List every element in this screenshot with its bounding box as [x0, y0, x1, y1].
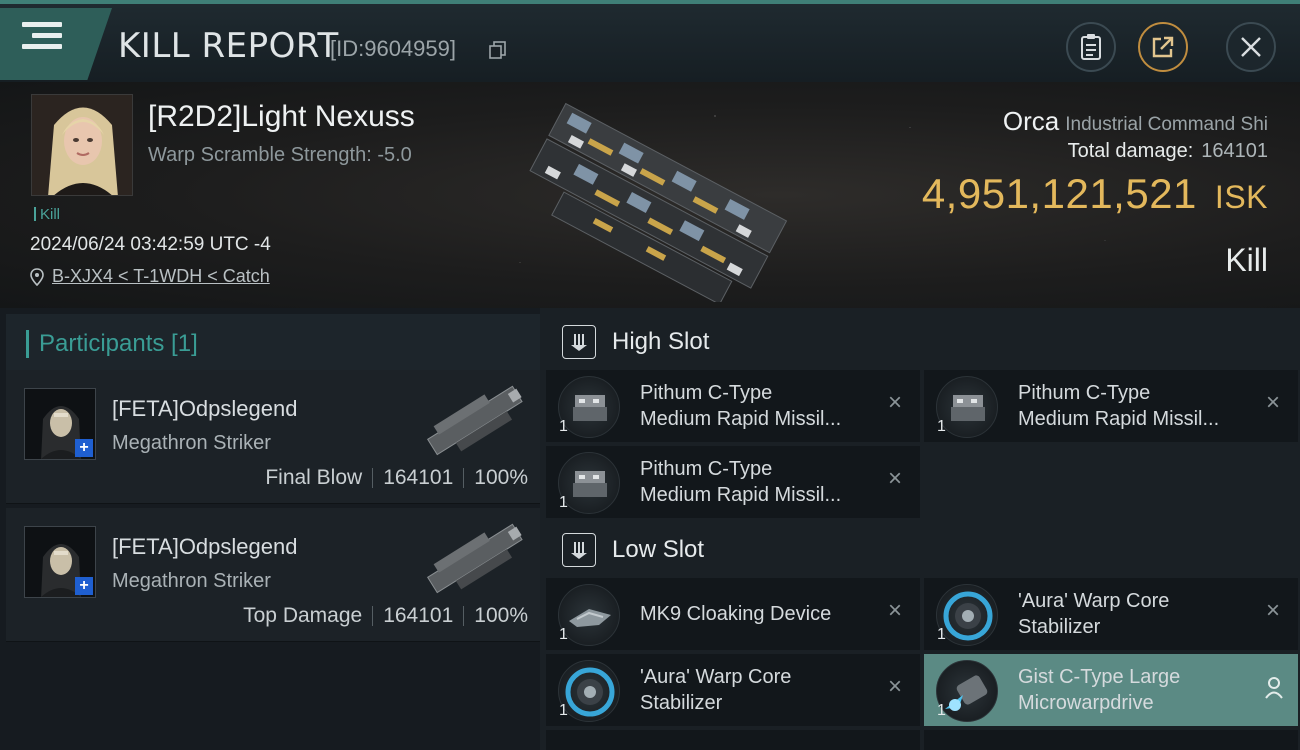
divider [372, 468, 374, 488]
remove-icon[interactable]: × [884, 599, 906, 623]
close-icon [1241, 37, 1261, 57]
result-label: Kill [1225, 242, 1268, 278]
accent-bar [26, 330, 29, 358]
victim-portrait[interactable] [31, 94, 133, 196]
plus-icon: + [75, 577, 93, 595]
fitting-panel: High Slot 1 Pithum C-Type Medium Rapid Mi… [540, 308, 1300, 750]
participants-header: Participants [1] [6, 314, 540, 374]
menu-icon[interactable] [22, 22, 62, 58]
report-id: [ID:9604959] [330, 36, 456, 61]
divider [463, 468, 465, 488]
participant-row[interactable]: + [FETA]Odpslegend Megathron Striker Top… [6, 508, 540, 642]
high-slot-title: High Slot [612, 328, 710, 355]
total-damage-value: 164101 [1201, 140, 1268, 162]
module-item-partial[interactable] [924, 730, 1298, 750]
participant-name: [FETA]Odpslegend [112, 534, 298, 559]
participants-title: Participants [1] [39, 330, 198, 357]
victim-ship-image [529, 102, 788, 302]
isk-unit: ISK [1214, 179, 1268, 215]
participant-damage: 164101 [383, 466, 454, 489]
module-quantity: 1 [559, 418, 568, 435]
high-slot-header: High Slot [546, 312, 1300, 372]
share-icon [1152, 36, 1174, 58]
remove-icon[interactable]: × [884, 467, 906, 491]
user-icon[interactable] [1264, 676, 1284, 700]
location-link[interactable]: B-XJX4 < T-1WDH < Catch [52, 266, 270, 287]
plus-icon: + [75, 439, 93, 457]
module-name: MK9 Cloaking Device [640, 603, 832, 625]
remove-icon[interactable]: × [884, 391, 906, 415]
participant-ship-image [426, 385, 523, 456]
remove-icon[interactable]: × [1262, 599, 1284, 623]
module-item-partial[interactable] [546, 730, 920, 750]
isk-value: 4,951,121,521 ISK [922, 170, 1268, 218]
remove-icon[interactable]: × [1262, 391, 1284, 415]
participant-damage: 164101 [383, 604, 454, 627]
total-damage: Total damage: 164101 [1068, 140, 1268, 163]
module-name: 'Aura' Warp Core Stabilizer [640, 666, 792, 714]
low-slot-title: Low Slot [612, 536, 705, 563]
participant-role: Final Blow [265, 466, 363, 489]
module-quantity: 1 [937, 702, 946, 719]
participant-avatar[interactable]: + [24, 388, 96, 460]
participant-row[interactable]: + [FETA]Odpslegend Megathron Striker Fin… [6, 370, 540, 504]
participant-ship-image [426, 523, 523, 594]
ship-name: Orca [1002, 106, 1060, 136]
module-quantity: 1 [937, 418, 946, 435]
clipboard-icon [1081, 34, 1101, 60]
participant-name: [FETA]Odpslegend [112, 396, 298, 421]
module-item[interactable]: 1 MK9 Cloaking Device × [546, 578, 920, 650]
victim-panel: [R2D2]Light Nexuss Warp Scramble Strengt… [0, 82, 1300, 308]
module-quantity: 1 [559, 494, 568, 511]
participant-stats: Final Blow 164101 100% [265, 466, 528, 490]
module-item[interactable]: 1 Pithum C-Type Medium Rapid Missil... × [546, 370, 920, 442]
close-button[interactable] [1226, 22, 1276, 72]
remove-icon[interactable]: × [884, 675, 906, 699]
participants-panel: Participants [1] + [FETA]Odpslegend Mega… [0, 308, 540, 750]
location-pin-icon [30, 267, 44, 286]
module-item-highlighted[interactable]: 1 Gist C-Type Large Microwarpdrive [924, 654, 1298, 726]
participant-percent: 100% [474, 466, 528, 489]
share-button[interactable] [1138, 22, 1188, 72]
location: B-XJX4 < T-1WDH < Catch [30, 266, 270, 287]
module-name: Pithum C-Type Medium Rapid Missil... [1018, 382, 1220, 430]
participant-role: Top Damage [243, 604, 363, 627]
clipboard-button[interactable] [1066, 22, 1116, 72]
module-name: Pithum C-Type Medium Rapid Missil... [640, 382, 842, 430]
module-name: Pithum C-Type Medium Rapid Missil... [640, 458, 842, 506]
kill-tag: Kill [34, 206, 60, 223]
module-quantity: 1 [559, 702, 568, 719]
participant-percent: 100% [474, 604, 528, 627]
top-bar: KILL REPORT [ID:9604959] [0, 0, 1300, 82]
module-quantity: 1 [559, 626, 568, 643]
total-damage-label: Total damage: [1067, 140, 1194, 162]
kill-timestamp: 2024/06/24 03:42:59 UTC -4 [30, 234, 271, 255]
divider [372, 606, 374, 626]
module-item[interactable]: 1 'Aura' Warp Core Stabilizer × [546, 654, 920, 726]
participant-ship: Megathron Striker [112, 570, 271, 592]
low-slot-icon [562, 533, 596, 567]
module-name: 'Aura' Warp Core Stabilizer [1018, 590, 1170, 638]
warp-scramble-strength: Warp Scramble Strength: -5.0 [148, 144, 412, 166]
participant-avatar[interactable]: + [24, 526, 96, 598]
low-slot-header: Low Slot [546, 520, 1300, 580]
module-item[interactable]: 1 Pithum C-Type Medium Rapid Missil... × [546, 446, 920, 518]
participant-stats: Top Damage 164101 100% [243, 604, 528, 628]
copy-icon[interactable] [488, 40, 508, 60]
page-title: KILL REPORT [118, 26, 339, 66]
divider [463, 606, 465, 626]
module-name: Gist C-Type Large Microwarpdrive [1018, 666, 1181, 714]
high-slot-icon [562, 325, 596, 359]
victim-ship: Orca Industrial Command Shi [1003, 106, 1268, 137]
module-item[interactable]: 1 'Aura' Warp Core Stabilizer × [924, 578, 1298, 650]
module-quantity: 1 [937, 626, 946, 643]
victim-name[interactable]: [R2D2]Light Nexuss [148, 100, 415, 134]
isk-amount: 4,951,121,521 [921, 170, 1197, 217]
module-item[interactable]: 1 Pithum C-Type Medium Rapid Missil... × [924, 370, 1298, 442]
participant-ship: Megathron Striker [112, 432, 271, 454]
ship-class: Industrial Command Shi [1065, 114, 1268, 135]
